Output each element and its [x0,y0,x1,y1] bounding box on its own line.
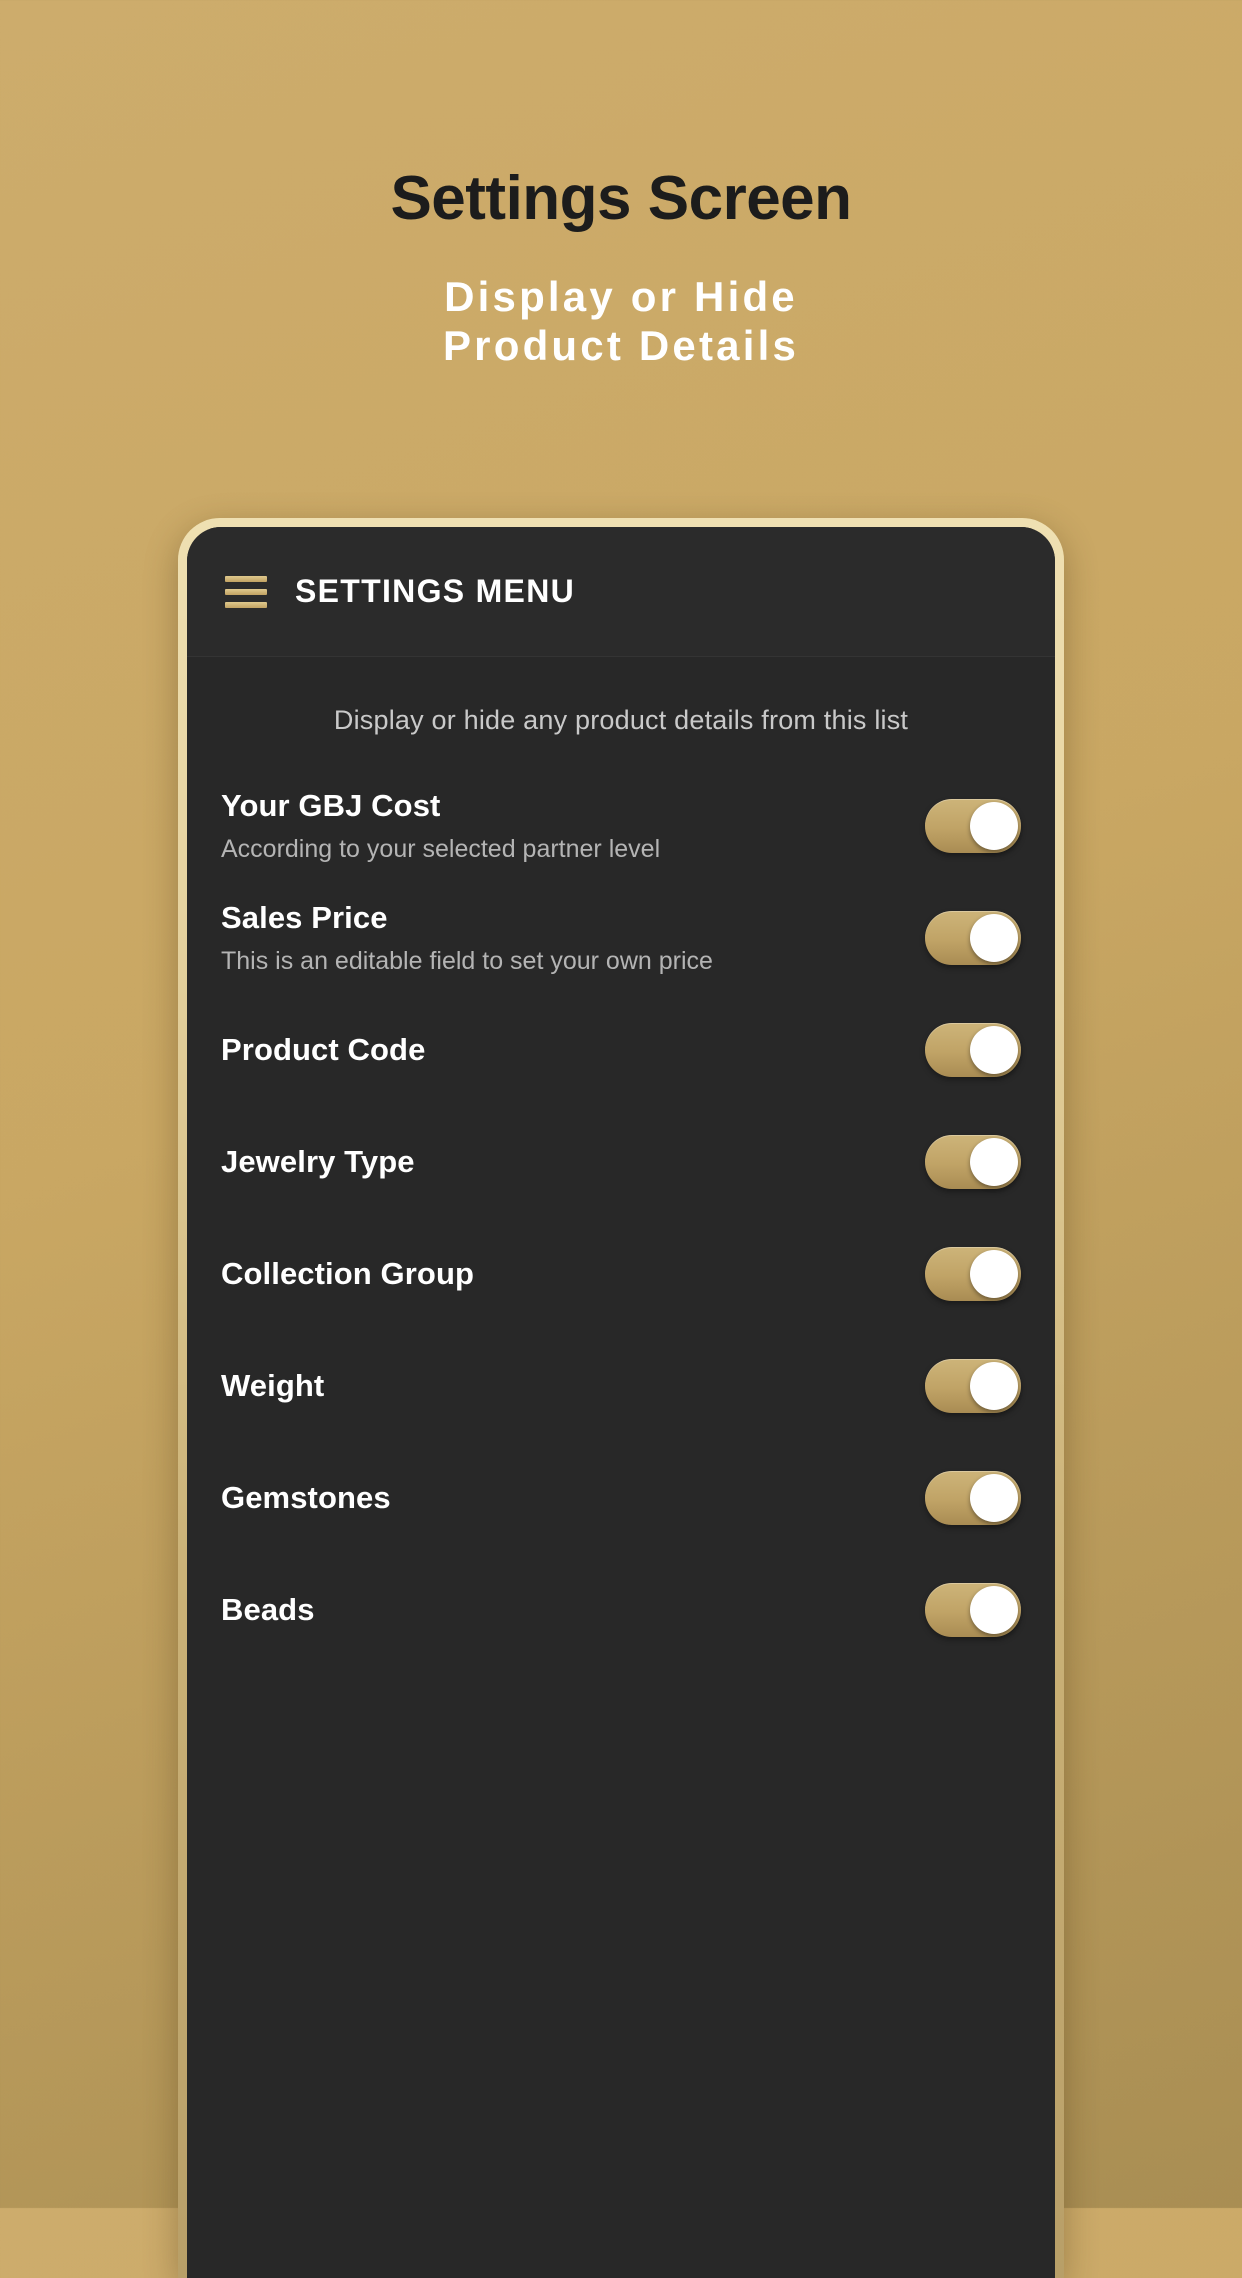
settings-list: Your GBJ Cost According to your selected … [187,742,1055,1666]
settings-toggle-switch[interactable] [925,1471,1021,1525]
page-title: Settings Screen [390,164,852,233]
settings-row-label: Jewelry Type [221,1143,415,1179]
settings-toggle-switch[interactable] [925,1359,1021,1413]
app-bar-title: SETTINGS MENU [295,573,576,609]
promo-header: Settings Screen Display or Hide Product … [0,0,1242,370]
settings-row[interactable]: Sales Price This is an editable field to … [221,882,1021,994]
settings-row-label: Product Code [221,1031,426,1067]
settings-row-text: Your GBJ Cost According to your selected … [221,787,680,866]
toggle-knob [970,1250,1018,1298]
settings-row-text: Collection Group [221,1255,494,1294]
phone-mockup-frame: SETTINGS MENU Display or hide any produc… [178,518,1064,2278]
toggle-knob [970,1474,1018,1522]
settings-toggle-switch[interactable] [925,1247,1021,1301]
hamburger-line-3 [225,601,267,608]
settings-row[interactable]: Product Code [221,994,1021,1106]
settings-row-label: Gemstones [221,1479,391,1515]
settings-row-label: Sales Price [221,899,388,935]
settings-row-label: Weight [221,1367,325,1403]
settings-row-description: This is an editable field to set your ow… [221,947,713,976]
hamburger-icon[interactable] [225,575,267,608]
settings-toggle-switch[interactable] [925,1583,1021,1637]
settings-toggle-switch[interactable] [925,1135,1021,1189]
settings-row[interactable]: Your GBJ Cost According to your selected … [221,770,1021,882]
hamburger-line-2 [225,588,267,595]
settings-row-description: According to your selected partner level [221,835,661,864]
settings-row[interactable]: Gemstones [221,1442,1021,1554]
settings-row-text: Sales Price This is an editable field to … [221,899,733,978]
settings-row-label: Beads [221,1591,315,1627]
toggle-knob [970,1026,1018,1074]
promo-subtitle: Display or Hide Product Details [0,272,1242,370]
toggle-knob [970,1362,1018,1410]
settings-toggle-switch[interactable] [925,1023,1021,1077]
hamburger-line-1 [225,575,267,582]
settings-row-label: Your GBJ Cost [221,787,441,823]
promo-subtitle-line-1: Display or Hide [444,273,798,320]
instruction-text: Display or hide any product details from… [333,705,909,735]
toggle-knob [970,1138,1018,1186]
settings-row-label: Collection Group [221,1255,475,1291]
settings-row-text: Jewelry Type [221,1143,435,1182]
settings-toggle-switch[interactable] [925,911,1021,965]
settings-row[interactable]: Collection Group [221,1218,1021,1330]
toggle-knob [970,914,1018,962]
settings-row[interactable]: Jewelry Type [221,1106,1021,1218]
settings-row-text: Beads [221,1591,335,1630]
settings-row-text: Gemstones [221,1479,411,1518]
toggle-knob [970,1586,1018,1634]
settings-row-text: Product Code [221,1031,445,1070]
settings-row-text: Weight [221,1367,344,1406]
promo-subtitle-line-2: Product Details [442,322,800,370]
settings-row[interactable]: Weight [221,1330,1021,1442]
phone-screen: SETTINGS MENU Display or hide any produc… [187,527,1055,2278]
toggle-knob [970,802,1018,850]
settings-row[interactable]: Beads [221,1554,1021,1666]
settings-toggle-switch[interactable] [925,799,1021,853]
app-bar: SETTINGS MENU [187,527,1055,657]
